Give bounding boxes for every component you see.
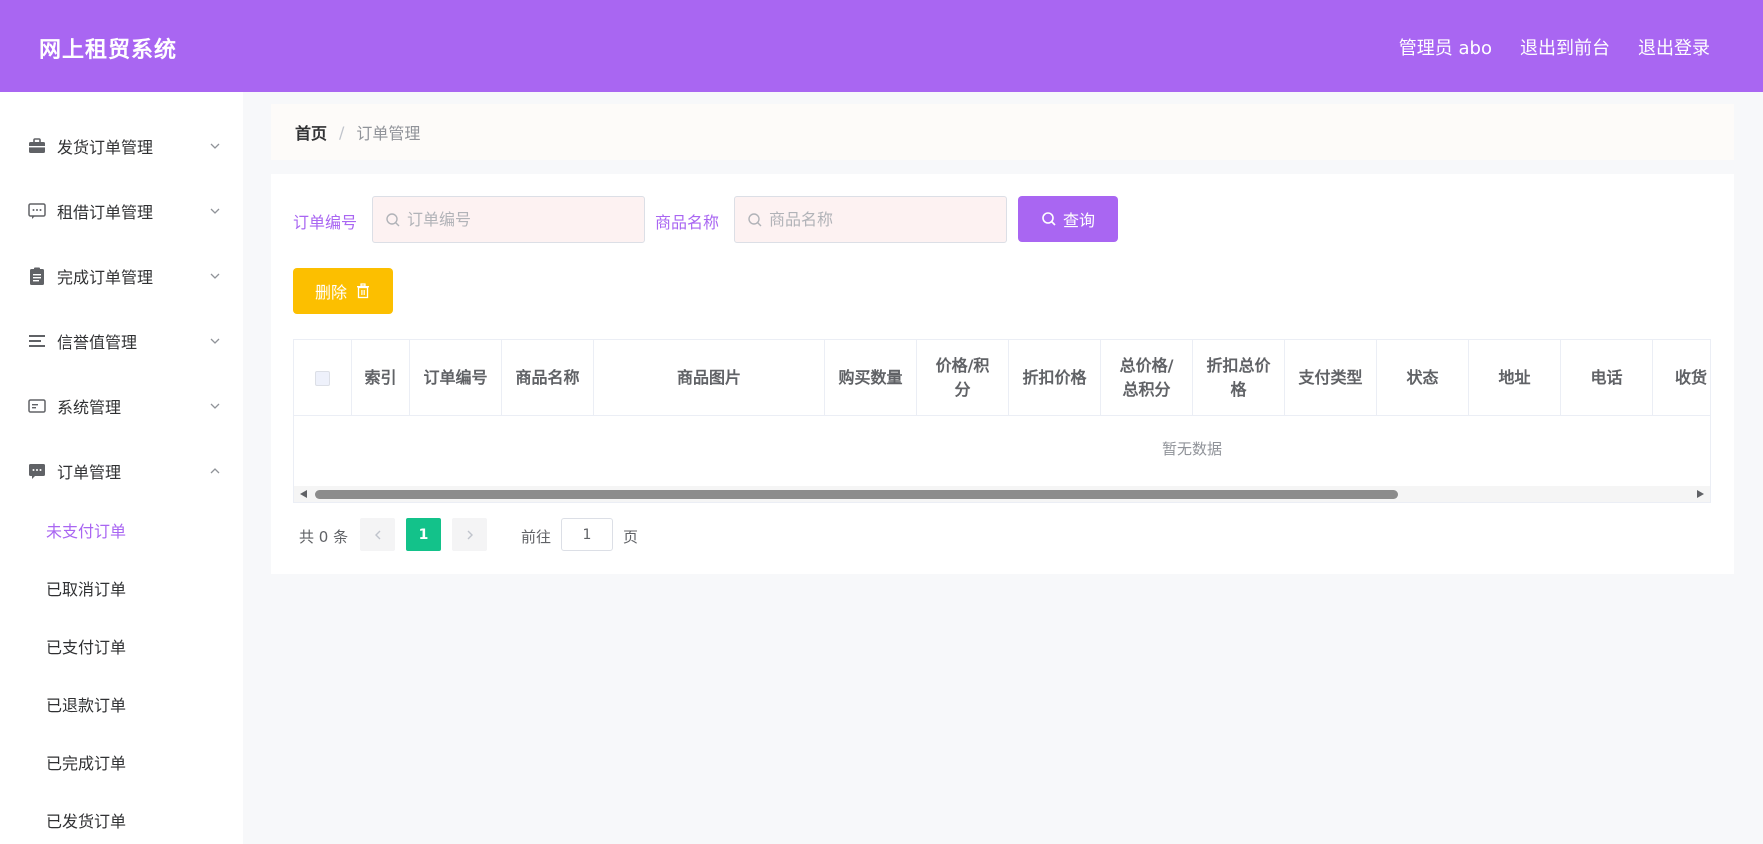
order-no-label: 订单编号 — [293, 213, 358, 232]
column-header: 商品图片 — [594, 340, 825, 416]
delete-button[interactable]: 删除 — [293, 268, 393, 314]
sidebar-item-credit-score[interactable]: 信誉值管理 — [0, 313, 243, 369]
column-header: 状态 — [1377, 340, 1469, 416]
horizontal-scrollbar[interactable] — [294, 486, 1710, 502]
column-header: 折扣总价 格 — [1193, 340, 1285, 416]
header-nav: 管理员 abo 退出到前台 退出登录 — [1399, 34, 1710, 60]
sidebar-item-label: 租借订单管理 — [57, 203, 154, 222]
query-button-label: 查询 — [1062, 211, 1095, 230]
empty-state-text: 暂无数据 — [1161, 439, 1222, 458]
message-icon — [29, 464, 45, 479]
column-header: 支付类型 — [1285, 340, 1377, 416]
submenu-paid-orders[interactable]: 已支付订单 — [46, 634, 126, 658]
order-no-field[interactable] — [372, 196, 645, 243]
logout-link[interactable]: 退出登录 — [1638, 34, 1710, 60]
chevron-down-icon — [210, 143, 220, 149]
column-header: 索引 — [352, 340, 410, 416]
select-all-cell — [294, 340, 352, 416]
column-header: 购买数量 — [825, 340, 917, 416]
delete-button-label: 删除 — [314, 283, 347, 302]
product-name-input[interactable] — [769, 197, 999, 242]
briefcase-icon — [29, 138, 45, 153]
sidebar-item-label: 完成订单管理 — [57, 268, 154, 287]
page-unit-label: 页 — [623, 528, 639, 546]
breadcrumb: 首页 / 订单管理 — [271, 104, 1734, 160]
breadcrumb-separator: / — [339, 122, 345, 142]
column-header: 地址 — [1469, 340, 1561, 416]
clipboard-icon — [30, 267, 44, 285]
breadcrumb-home[interactable]: 首页 — [295, 120, 327, 144]
sidebar-item-label: 订单管理 — [57, 463, 122, 482]
chevron-down-icon — [210, 403, 220, 409]
sidebar-item-label: 信誉值管理 — [57, 333, 138, 352]
breadcrumb-current: 订单管理 — [356, 124, 421, 143]
app-title: 网上租贸系统 — [39, 38, 178, 63]
column-header: 订单编号 — [410, 340, 502, 416]
column-header: 折扣价格 — [1009, 340, 1101, 416]
product-name-label: 商品名称 — [655, 213, 720, 232]
chevron-down-icon — [210, 273, 220, 279]
search-icon — [748, 213, 762, 227]
search-icon — [386, 213, 400, 227]
column-header: 总价格/ 总积分 — [1101, 340, 1193, 416]
column-header: 收货 — [1653, 340, 1710, 416]
main-content: 首页 / 订单管理 订单编号 商品名称 查询 删除 索引 — [243, 92, 1763, 844]
sidebar-item-system[interactable]: 系统管理 — [0, 378, 243, 434]
prev-page-button[interactable] — [360, 518, 395, 551]
chevron-down-icon — [210, 338, 220, 344]
select-all-checkbox[interactable] — [315, 370, 330, 386]
submenu-unpaid-orders[interactable]: 未支付订单 — [46, 518, 126, 542]
sidebar-item-rental-orders[interactable]: 租借订单管理 — [0, 183, 243, 239]
list-icon — [29, 335, 45, 347]
order-no-input[interactable] — [407, 197, 637, 242]
chevron-right-icon — [467, 530, 473, 539]
column-header: 价格/积 分 — [917, 340, 1009, 416]
submenu-refunded-orders[interactable]: 已退款订单 — [46, 692, 126, 716]
sidebar-item-completed-orders[interactable]: 完成订单管理 — [0, 248, 243, 304]
sidebar-item-label: 发货订单管理 — [57, 138, 154, 157]
scroll-right-arrow-icon[interactable] — [1697, 490, 1704, 498]
submenu-completed-orders[interactable]: 已完成订单 — [46, 750, 126, 774]
trash-icon — [357, 283, 369, 299]
admin-user-link[interactable]: 管理员 abo — [1399, 34, 1492, 60]
submenu-shipped-orders[interactable]: 已发货订单 — [46, 808, 126, 832]
column-header: 商品名称 — [502, 340, 594, 416]
sidebar-item-shipping-orders[interactable]: 发货订单管理 — [0, 118, 243, 174]
sidebar: 发货订单管理 租借订单管理 完成订单管理 信誉值管理 系统管理 订单管理 未支付… — [0, 92, 243, 844]
scroll-left-arrow-icon[interactable] — [300, 490, 307, 498]
goto-page-input[interactable] — [561, 518, 613, 551]
chevron-up-icon — [210, 468, 220, 474]
card-icon — [28, 399, 46, 413]
goto-label: 前往 — [521, 528, 552, 546]
search-icon — [1042, 212, 1056, 226]
table-header: 索引 订单编号 商品名称 商品图片 购买数量 价格/积 分 折扣价格 总价格/ … — [294, 340, 1710, 416]
product-name-field[interactable] — [734, 196, 1007, 243]
pagination-total: 共 0 条 — [299, 528, 349, 546]
submenu-cancelled-orders[interactable]: 已取消订单 — [46, 576, 126, 600]
next-page-button[interactable] — [452, 518, 487, 551]
column-header: 电话 — [1561, 340, 1653, 416]
page-number-button[interactable]: 1 — [406, 518, 441, 551]
content-card: 订单编号 商品名称 查询 删除 索引 订单编号 商品名称 — [271, 174, 1734, 574]
sidebar-item-label: 系统管理 — [57, 398, 122, 417]
sidebar-item-order-management[interactable]: 订单管理 — [0, 443, 243, 499]
chevron-left-icon — [374, 530, 380, 539]
scrollbar-thumb[interactable] — [315, 490, 1398, 499]
chat-icon — [28, 203, 46, 219]
top-header: 网上租贸系统 管理员 abo 退出到前台 退出登录 — [0, 0, 1763, 92]
exit-to-frontend-link[interactable]: 退出到前台 — [1520, 34, 1610, 60]
query-button[interactable]: 查询 — [1018, 196, 1118, 242]
orders-table: 索引 订单编号 商品名称 商品图片 购买数量 价格/积 分 折扣价格 总价格/ … — [293, 339, 1711, 503]
chevron-down-icon — [210, 208, 220, 214]
